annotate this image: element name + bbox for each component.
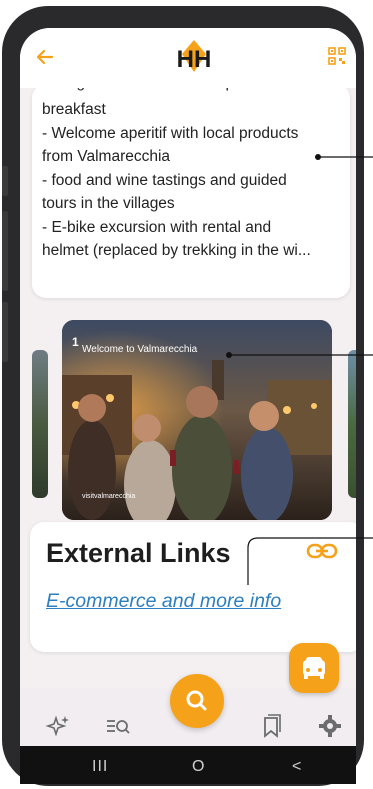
annotation-callouts xyxy=(226,154,373,585)
